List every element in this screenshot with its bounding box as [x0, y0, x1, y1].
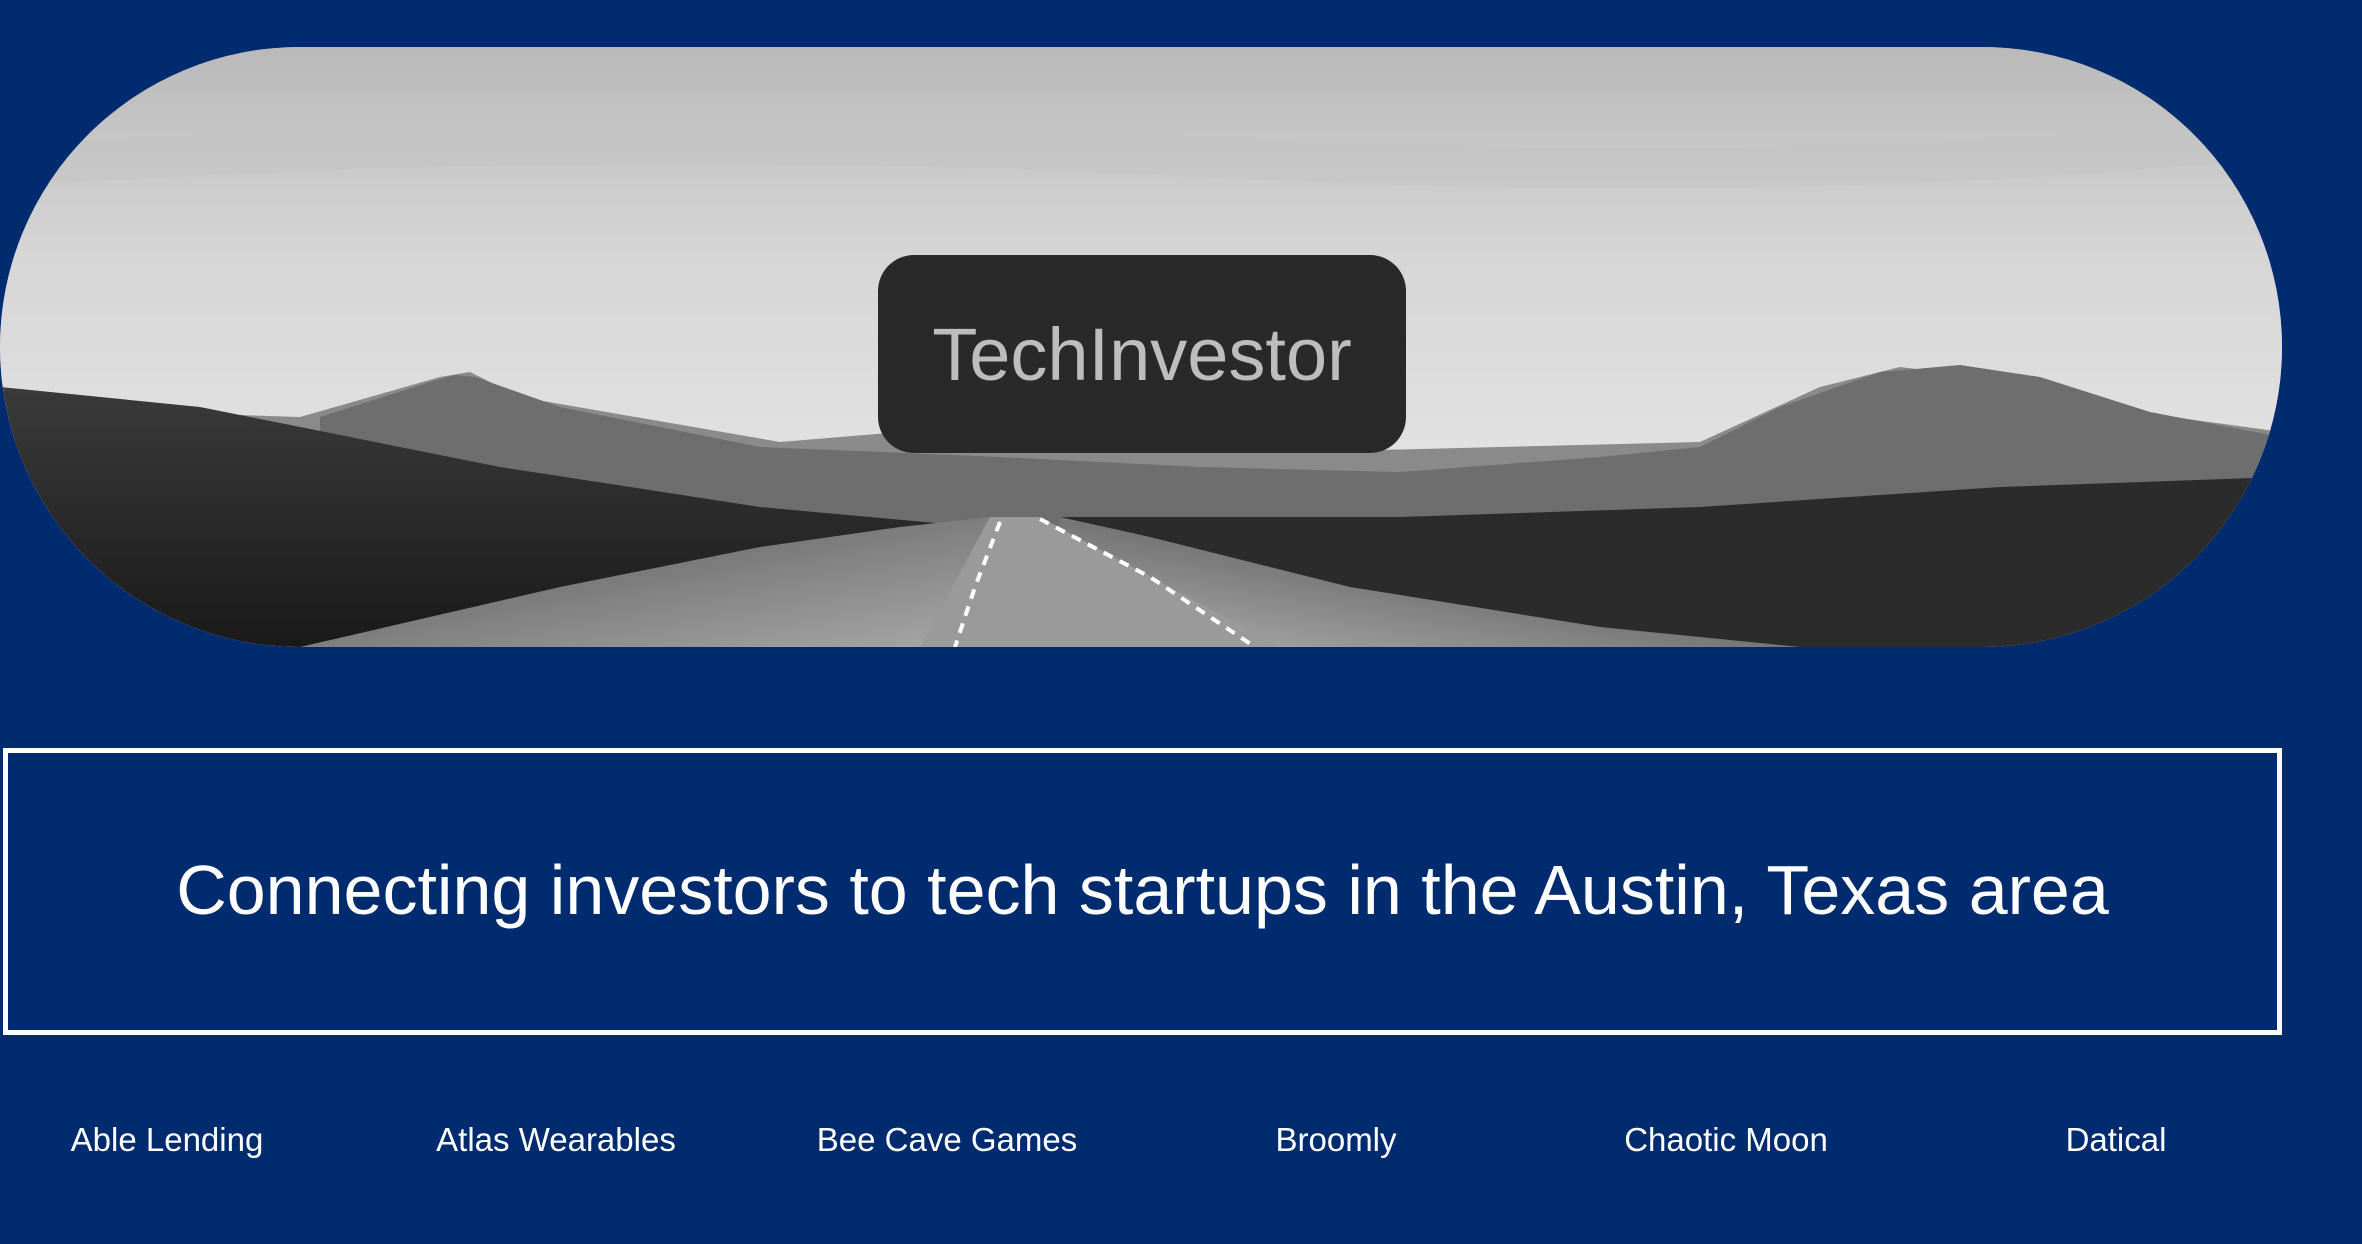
tagline-box: Connecting investors to tech startups in… [3, 748, 2282, 1035]
page: TechInvestor Connecting investors to tec… [0, 0, 2362, 1244]
company-link-able-lending[interactable]: Able Lending [0, 1110, 362, 1170]
company-link-broomly[interactable]: Broomly [1141, 1110, 1531, 1170]
company-list: Able Lending Atlas Wearables Bee Cave Ga… [0, 1110, 2282, 1170]
hero-banner: TechInvestor [0, 47, 2282, 647]
site-logo-text: TechInvestor [932, 312, 1352, 396]
company-link-datical[interactable]: Datical [1921, 1110, 2311, 1170]
logo-badge[interactable]: TechInvestor [878, 255, 1406, 453]
company-link-bee-cave-games[interactable]: Bee Cave Games [752, 1110, 1142, 1170]
company-link-chaotic-moon[interactable]: Chaotic Moon [1531, 1110, 1921, 1170]
company-link-atlas-wearables[interactable]: Atlas Wearables [361, 1110, 751, 1170]
tagline-text: Connecting investors to tech startups in… [176, 850, 2109, 929]
